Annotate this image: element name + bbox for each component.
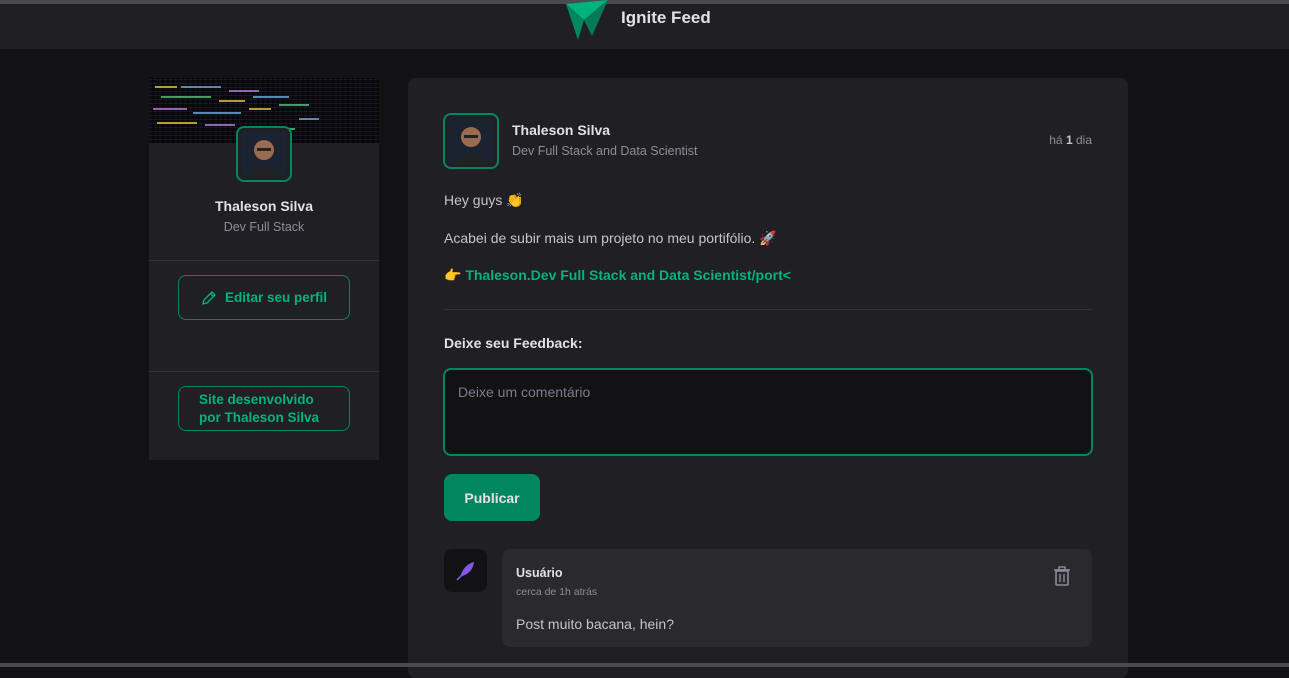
sidebar-divider [149,371,379,372]
post-divider [444,309,1092,310]
comment-time: cerca de 1h atrás [516,586,598,598]
post-author-avatar[interactable] [443,113,499,169]
comment-text: Post muito bacana, hein? [516,616,674,632]
ignite-logo-icon [566,0,608,40]
window-bottom-border [0,663,1289,667]
credit-line-1: Site desenvolvido [199,391,314,407]
post-card: Thaleson Silva Dev Full Stack and Data S… [408,78,1128,678]
post-timestamp: há 1 dia [1049,133,1092,147]
post-author-name: Thaleson Silva [512,122,611,138]
feedback-title: Deixe seu Feedback: [444,335,583,351]
app-title: Ignite Feed [621,8,711,27]
post-author-role: Dev Full Stack and Data Scientist [512,144,698,158]
developer-credit-button[interactable]: Site desenvolvido por Thaleson Silva [178,386,350,431]
publish-button[interactable]: Publicar [444,474,540,521]
app-header: Ignite Feed [0,0,1289,49]
sidebar-divider [149,260,379,261]
credit-line-2: por Thaleson Silva [199,409,320,425]
post-greeting: Hey guys 👏 [444,192,524,208]
comment-avatar[interactable] [444,549,487,592]
comment-card: Usuário cerca de 1h atrás Post muito bac… [502,549,1092,647]
post-link[interactable]: 👉 Thaleson.Dev Full Stack and Data Scien… [444,267,791,284]
profile-avatar[interactable] [236,126,292,182]
comment-user: Usuário [516,566,563,580]
profile-name: Thaleson Silva [214,198,314,214]
edit-profile-button[interactable]: Editar seu perfil [178,275,350,320]
pencil-icon [202,290,216,305]
profile-role: Dev Full Stack [223,220,305,234]
edit-profile-label: Editar seu perfil [224,290,328,305]
feather-icon [455,561,474,581]
profile-sidebar: Thaleson Silva Dev Full Stack Editar seu… [149,78,379,460]
comment-input[interactable] [443,368,1093,456]
trash-icon[interactable] [1052,565,1072,587]
post-text: Acabei de subir mais um projeto no meu p… [444,230,777,246]
